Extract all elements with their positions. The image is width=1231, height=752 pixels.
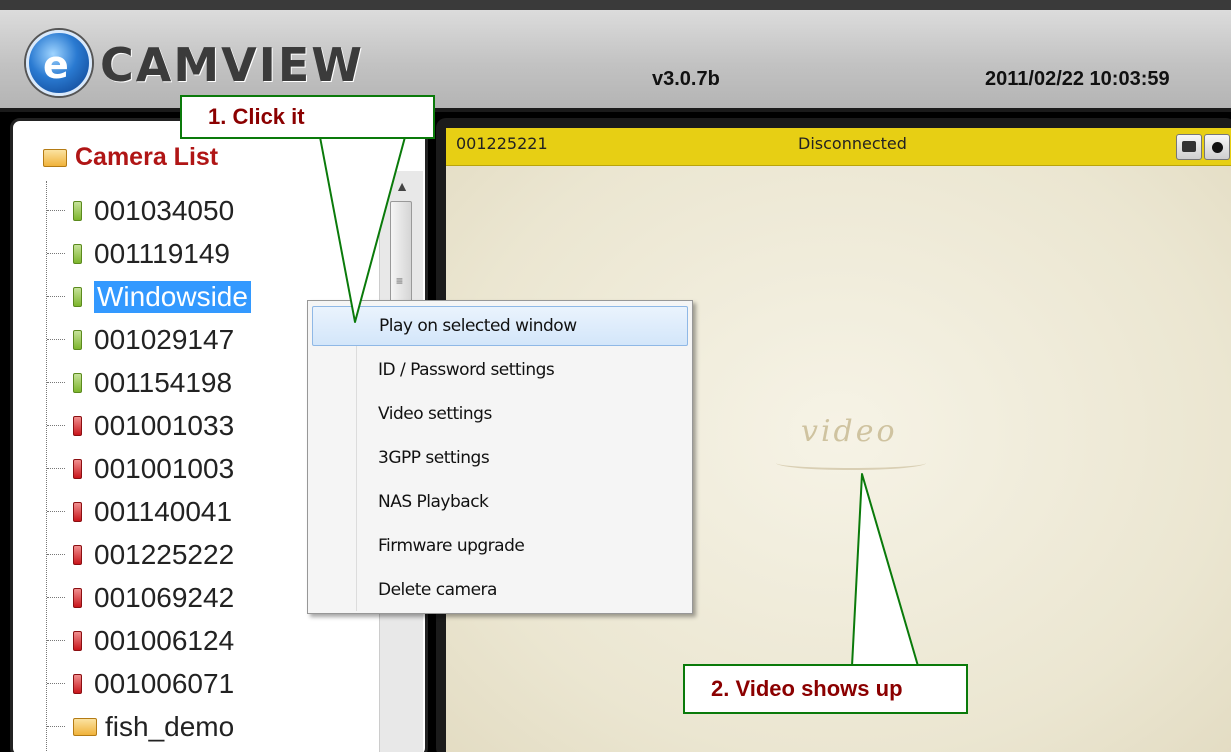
- camera-item[interactable]: 001069242: [47, 578, 235, 618]
- watermark-swirl: [776, 456, 926, 470]
- camera-list-title: Camera List: [75, 143, 219, 171]
- menu-item-firmware-upgrade[interactable]: Firmware upgrade: [312, 526, 688, 566]
- video-camera-id: 001225221: [456, 134, 548, 153]
- annotation-step-2: 2. Video shows up: [683, 664, 968, 714]
- annotation-step-1: 1. Click it: [180, 95, 435, 139]
- camera-label: 001006071: [94, 668, 235, 699]
- camera-offline-icon: [73, 631, 82, 651]
- camera-label: 001119149: [94, 238, 230, 269]
- camera-item[interactable]: 001225222: [47, 535, 235, 575]
- camera-label: Windowside: [94, 281, 251, 313]
- video-placeholder-watermark: video: [801, 414, 898, 449]
- menu-item-3gpp-settings[interactable]: 3GPP settings: [312, 438, 688, 478]
- camera-online-icon: [73, 287, 82, 307]
- camera-online-icon: [73, 244, 82, 264]
- camera-online-icon: [73, 201, 82, 221]
- camera-label: 001225222: [94, 539, 235, 570]
- camera-list-root[interactable]: Camera List: [43, 143, 218, 172]
- camera-item-selected[interactable]: Windowside: [47, 277, 251, 317]
- datetime-label: 2011/02/22 10:03:59: [985, 68, 1170, 90]
- camera-online-icon: [73, 330, 82, 350]
- camera-item[interactable]: 001006071: [47, 664, 235, 704]
- camera-context-menu: Play on selected window ID / Password se…: [307, 300, 693, 614]
- camera-offline-icon: [73, 545, 82, 565]
- camera-label: 001001033: [94, 410, 235, 441]
- camera-label: 001006124: [94, 625, 235, 656]
- camera-label: 001029147: [94, 324, 235, 355]
- camera-offline-icon: [73, 502, 82, 522]
- menu-item-video-settings[interactable]: Video settings: [312, 394, 688, 434]
- folder-icon: [73, 718, 97, 736]
- camera-item[interactable]: 001001003: [47, 449, 235, 489]
- video-status: Disconnected: [798, 134, 907, 153]
- tree-connector-line: [46, 181, 47, 751]
- camera-label: 001069242: [94, 582, 235, 613]
- scroll-up-arrow-icon[interactable]: ▲: [380, 171, 424, 201]
- record-icon[interactable]: [1204, 134, 1230, 160]
- camera-item[interactable]: 001154198: [47, 363, 233, 403]
- camera-label: fish_demo: [105, 711, 235, 742]
- grip-icon: ≡: [396, 274, 404, 288]
- camera-online-icon: [73, 373, 82, 393]
- camera-item[interactable]: 001001033: [47, 406, 235, 446]
- camera-offline-icon: [73, 588, 82, 608]
- camera-offline-icon: [73, 416, 82, 436]
- video-window-titlebar: 001225221 Disconnected: [446, 128, 1231, 166]
- camera-item[interactable]: 001029147: [47, 320, 235, 360]
- folder-icon: [43, 148, 67, 167]
- menu-item-play-on-selected-window[interactable]: Play on selected window: [312, 306, 688, 346]
- camview-logo-icon: e: [26, 30, 92, 96]
- app-name: CAMVIEW: [100, 38, 365, 92]
- camera-group-item[interactable]: fish_demo: [47, 707, 235, 747]
- camera-item[interactable]: 001140041: [47, 492, 233, 532]
- menu-item-id-password-settings[interactable]: ID / Password settings: [312, 350, 688, 390]
- version-label: v3.0.7b: [652, 68, 720, 90]
- camera-offline-icon: [73, 459, 82, 479]
- menu-item-nas-playback[interactable]: NAS Playback: [312, 482, 688, 522]
- camera-label: 001140041: [94, 496, 233, 527]
- camera-label: 001001003: [94, 453, 235, 484]
- camera-label: 001154198: [94, 367, 233, 398]
- snapshot-camera-icon[interactable]: [1176, 134, 1202, 160]
- camera-item[interactable]: 001119149: [47, 234, 230, 274]
- camera-item[interactable]: 001034050: [47, 191, 235, 231]
- camera-item[interactable]: 001006124: [47, 621, 235, 661]
- menu-item-delete-camera[interactable]: Delete camera: [312, 570, 688, 610]
- camera-label: 001034050: [94, 195, 235, 226]
- camera-offline-icon: [73, 674, 82, 694]
